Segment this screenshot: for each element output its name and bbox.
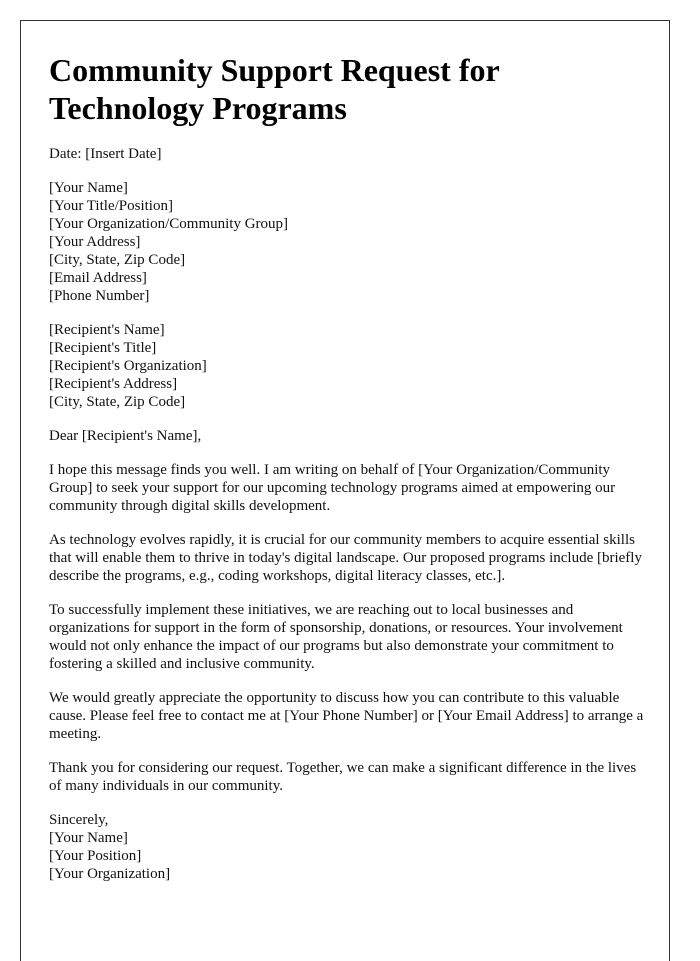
body-paragraph-contact: We would greatly appreciate the opportun… [49,690,644,742]
sender-city-state-zip: [City, State, Zip Code] [49,252,186,268]
recipient-title: [Recipient's Title] [49,340,157,356]
sender-organization: [Your Organization/Community Group] [49,216,289,232]
salutation: Dear [Recipient's Name], [49,428,202,444]
recipient-name: [Recipient's Name] [49,322,165,338]
body-paragraph-support: To successfully implement these initiati… [49,602,623,672]
date-line: Date: [Insert Date] [49,146,162,162]
sender-phone: [Phone Number] [49,288,150,304]
signature-block: Sincerely, [Your Name] [Your Position] [… [49,811,649,883]
signature-position: [Your Position] [49,848,142,864]
closing: Sincerely, [49,812,109,828]
recipient-address: [Recipient's Address] [49,376,178,392]
letter-container: Community Support Request for Technology… [20,20,670,961]
sender-block: [Your Name] [Your Title/Position] [Your … [49,179,649,305]
body-paragraph-programs: As technology evolves rapidly, it is cru… [49,532,642,584]
sender-address: [Your Address] [49,234,141,250]
body-paragraph-intro: I hope this message finds you well. I am… [49,462,616,514]
recipient-block: [Recipient's Name] [Recipient's Title] [… [49,321,649,411]
sender-title: [Your Title/Position] [49,198,173,214]
letter-title: Community Support Request for Technology… [49,52,500,126]
recipient-city-state-zip: [City, State, Zip Code] [49,394,186,410]
signature-organization: [Your Organization] [49,866,171,882]
body-paragraph-thanks: Thank you for considering our request. T… [49,760,637,794]
recipient-organization: [Recipient's Organization] [49,358,207,374]
sender-name: [Your Name] [49,180,128,196]
sender-email: [Email Address] [49,270,147,286]
signature-name: [Your Name] [49,830,128,846]
